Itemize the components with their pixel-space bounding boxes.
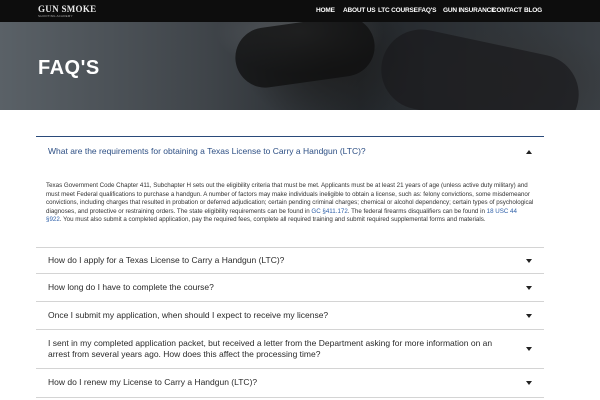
faq-question-text: What are the requirements for obtaining … xyxy=(48,146,366,157)
caret-down-icon xyxy=(526,347,532,351)
faq-item: How do I apply for a Texas License to Ca… xyxy=(36,247,544,273)
faq-answer: Texas Government Code Chapter 411, Subch… xyxy=(36,167,544,247)
faq-answer-text: . The federal firearms disqualifiers can… xyxy=(347,207,487,215)
faq-question-toggle[interactable]: How do I apply for a Texas License to Ca… xyxy=(36,248,544,273)
faq-question-toggle[interactable]: I sent in my completed application packe… xyxy=(36,330,544,368)
site-logo[interactable]: GUN SMOKE SHOOTING ACADEMY xyxy=(38,4,97,18)
faq-item: I sent in my completed application packe… xyxy=(36,329,544,368)
caret-down-icon xyxy=(526,381,532,385)
divider xyxy=(36,397,544,398)
faq-question-text: How long do I have to complete the cours… xyxy=(48,281,214,292)
faq-answer-text: . You must also submit a completed appli… xyxy=(59,216,486,224)
faq-question-toggle[interactable]: How do I renew my License to Carry a Han… xyxy=(36,369,544,397)
faq-question-toggle[interactable]: What are the requirements for obtaining … xyxy=(36,137,544,167)
faq-question-text: I sent in my completed application packe… xyxy=(48,337,493,360)
top-navigation-bar: GUN SMOKE SHOOTING ACADEMY HOME ABOUT US… xyxy=(0,0,600,22)
hero-banner: FAQ'S xyxy=(0,22,600,110)
nav-about-us[interactable]: ABOUT US xyxy=(343,7,376,14)
nav-gun-insurance[interactable]: GUN INSURANCE xyxy=(443,7,495,14)
page-title: FAQ'S xyxy=(38,57,100,79)
faq-item-expanded: What are the requirements for obtaining … xyxy=(36,136,544,247)
logo-sub-text: SHOOTING ACADEMY xyxy=(38,14,73,18)
nav-home[interactable]: HOME xyxy=(316,7,335,14)
caret-down-icon xyxy=(526,285,532,290)
faq-question-text: How do I apply for a Texas License to Ca… xyxy=(48,254,285,265)
logo-main-text: GUN SMOKE xyxy=(38,4,97,14)
caret-down-icon xyxy=(526,313,532,318)
faq-item: How long do I have to complete the cours… xyxy=(36,273,544,301)
faq-question-text: Once I submit my application, when shoul… xyxy=(48,309,329,320)
hero-background-shape xyxy=(231,22,379,92)
nav-contact[interactable]: CONTACT xyxy=(492,7,522,14)
caret-down-icon xyxy=(526,258,532,263)
hero-background-shape xyxy=(373,22,587,110)
faq-question-toggle[interactable]: Once I submit my application, when shoul… xyxy=(36,302,544,329)
faq-question-text: How do I renew my License to Carry a Han… xyxy=(48,377,258,388)
nav-blog[interactable]: BLOG xyxy=(524,7,542,14)
nav-faqs[interactable]: FAQ'S xyxy=(418,7,436,14)
caret-up-icon xyxy=(526,150,532,154)
faq-accordion: What are the requirements for obtaining … xyxy=(36,136,544,398)
faq-item: Once I submit my application, when shoul… xyxy=(36,301,544,329)
faq-item: How do I renew my License to Carry a Han… xyxy=(36,368,544,397)
gc-411-172-link[interactable]: GC §411.172 xyxy=(311,208,347,215)
faq-question-toggle[interactable]: How long do I have to complete the cours… xyxy=(36,274,544,301)
nav-ltc-course[interactable]: LTC COURSE xyxy=(378,7,418,14)
